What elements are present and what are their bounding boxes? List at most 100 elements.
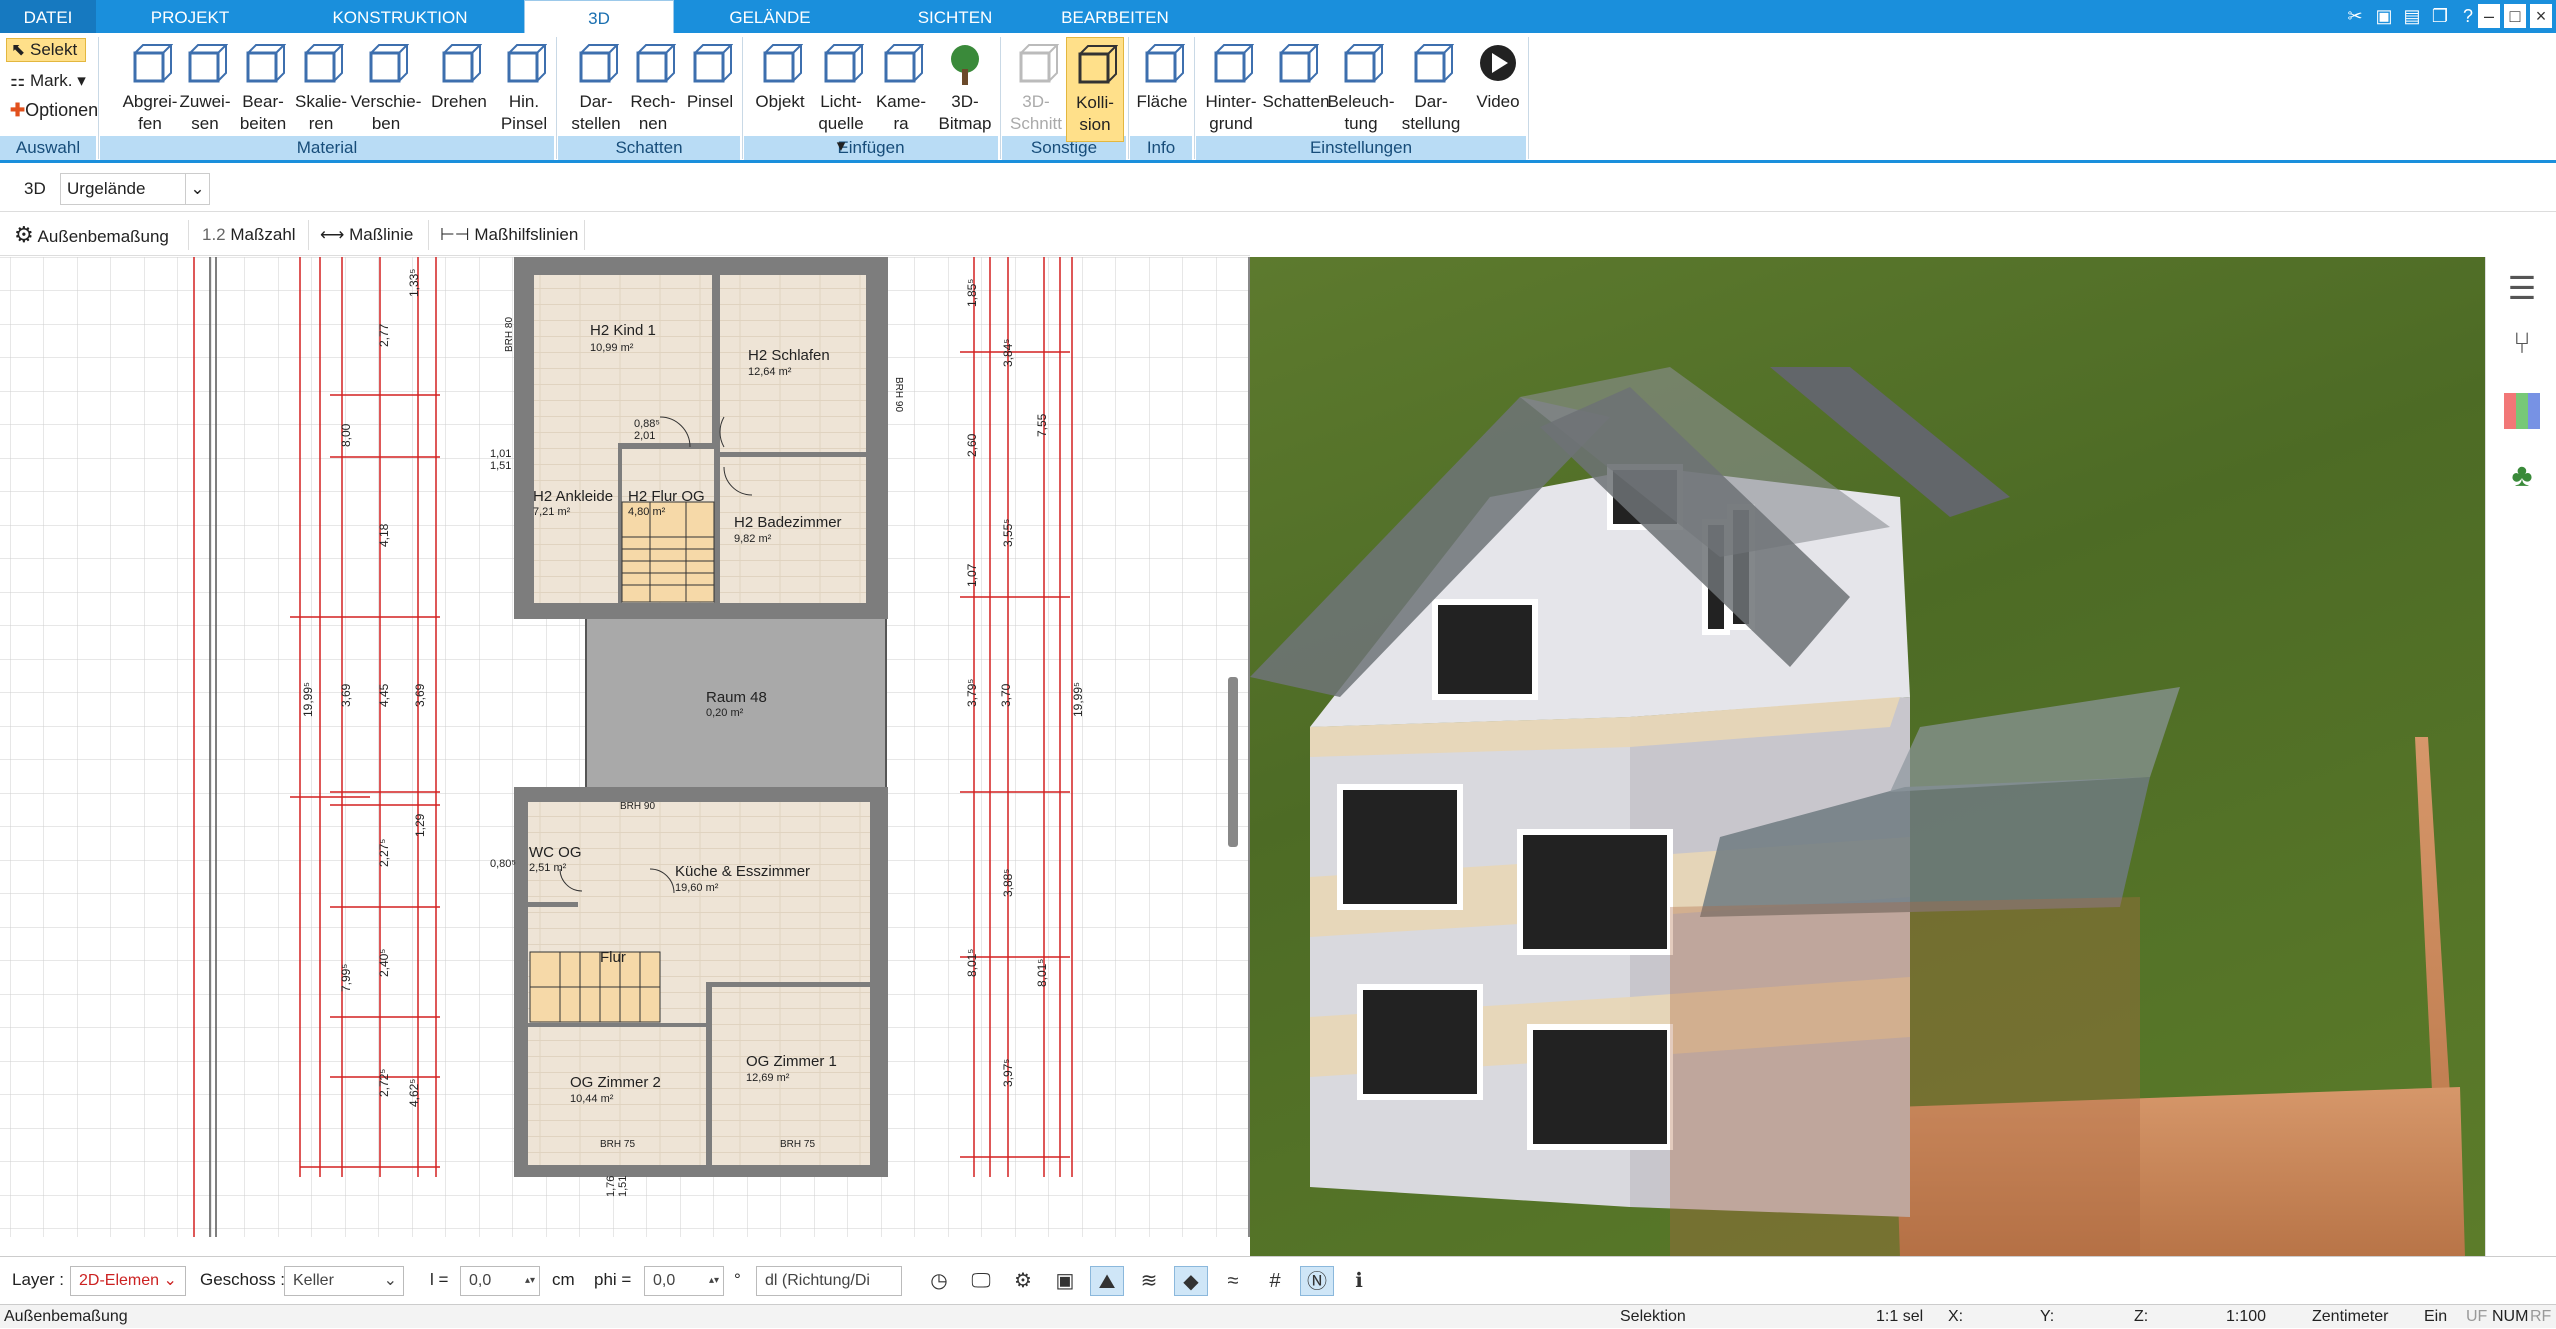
room-area: 7,21 m² bbox=[533, 506, 571, 518]
room-name: H2 Kind 1 bbox=[590, 322, 656, 339]
guide-lines-icon: ⊢⊣ bbox=[440, 225, 470, 244]
floor-plan-view[interactable]: 19,99⁵ 7,99⁵ 8,00 2,77 4,18 3,69 2,27⁵ 2… bbox=[0, 257, 1250, 1237]
opening-label: 0,80⁵ bbox=[490, 858, 516, 870]
einfuegen-button-1[interactable]: Licht-quelle ▾ bbox=[812, 37, 870, 155]
einfuegen-button-label: Kame- bbox=[875, 92, 927, 111]
tab-datei[interactable]: DATEI bbox=[0, 0, 96, 33]
einstellungen-button-0[interactable]: Hinter-grund bbox=[1200, 37, 1262, 142]
einstellungen-button-2[interactable]: Beleuch-tung bbox=[1326, 37, 1396, 142]
eyedropper-icon bbox=[127, 41, 174, 89]
schatten-button-1[interactable]: Rech-nen bbox=[625, 37, 681, 142]
3d-view[interactable] bbox=[1250, 257, 2485, 1256]
terrain-select[interactable]: Urgelände ⌄ bbox=[60, 173, 210, 205]
vertical-scrollbar-thumb[interactable] bbox=[1228, 677, 1238, 847]
layout-icon[interactable]: ▤ bbox=[2400, 4, 2424, 28]
mark-label: Mark. bbox=[29, 71, 73, 90]
help-icon[interactable]: ? bbox=[2456, 4, 2480, 28]
tab-3d[interactable]: 3D bbox=[524, 0, 674, 34]
status-z: Z: bbox=[2134, 1308, 2149, 1325]
materials-icon[interactable] bbox=[2504, 393, 2540, 429]
3d-house-render bbox=[1250, 367, 2465, 1256]
masslinie-button[interactable]: ⟷ Maßlinie bbox=[320, 220, 413, 250]
sonstige-button-1[interactable]: Kolli-sion bbox=[1066, 37, 1124, 142]
geschoss-label: Geschoss : bbox=[200, 1270, 286, 1289]
dim-label: 3,69 bbox=[339, 683, 353, 707]
einfuegen-button-3[interactable]: 3D- Bitmap bbox=[935, 37, 995, 142]
tab-konstruktion[interactable]: KONSTRUKTION bbox=[300, 0, 500, 33]
dim-label: 3,70 bbox=[999, 683, 1013, 707]
mark-button[interactable]: ⚏ Mark. ▾ bbox=[10, 69, 100, 93]
phi-input[interactable]: 0,0 ▴▾ bbox=[644, 1266, 724, 1296]
material-button-6[interactable]: Hin. Pinsel bbox=[495, 37, 553, 142]
opening-label: 1,76 bbox=[605, 1176, 617, 1197]
restore-icon[interactable]: ❐ bbox=[2428, 4, 2452, 28]
grid-icon[interactable]: # bbox=[1258, 1266, 1292, 1296]
masszahl-button[interactable]: 1.2 Maßzahl bbox=[202, 220, 296, 250]
dim-label: 7,99⁵ bbox=[339, 964, 353, 992]
camera-view-icon[interactable]: ⚙ bbox=[1006, 1266, 1040, 1296]
einstellungen-button-1[interactable]: Schatten bbox=[1262, 37, 1330, 142]
info-icon[interactable]: ℹ bbox=[1342, 1266, 1376, 1296]
layer-value: 2D-Elemen bbox=[79, 1272, 160, 1289]
tree-icon bbox=[942, 41, 988, 89]
tree-icon[interactable]: ♣ bbox=[2504, 457, 2540, 501]
material-button-1[interactable]: Zuwei-sen bbox=[176, 37, 234, 142]
schatten-button-2[interactable]: Pinsel bbox=[682, 37, 738, 142]
terrain-icon[interactable]: ⛰ bbox=[1090, 1266, 1124, 1296]
tab-bearbeiten[interactable]: BEARBEITEN bbox=[1040, 0, 1190, 33]
minimize-button[interactable]: – bbox=[2478, 4, 2500, 28]
material-button-5[interactable]: Drehen bbox=[430, 37, 488, 142]
masslinie-label: Maßlinie bbox=[349, 225, 414, 244]
l-input[interactable]: 0,0 ▴▾ bbox=[460, 1266, 540, 1296]
material-button-0[interactable]: Abgrei-fen bbox=[118, 37, 182, 142]
material-button-label: Verschie- bbox=[350, 92, 422, 111]
layers-icon[interactable]: ☰ bbox=[2504, 269, 2540, 309]
status-y: Y: bbox=[2040, 1308, 2055, 1325]
stairs-lower bbox=[529, 951, 661, 1023]
info-button-0[interactable]: Fläche bbox=[1132, 37, 1192, 142]
stepper-icon[interactable]: ▴▾ bbox=[525, 1267, 535, 1295]
material-button-2[interactable]: Bear-beiten bbox=[234, 37, 292, 142]
einstellungen-button-label: Hinter- bbox=[1205, 92, 1257, 111]
opening-label: 1,51 bbox=[490, 460, 511, 472]
masszahl-label: Maßzahl bbox=[230, 225, 296, 244]
dim-label: 3,97⁵ bbox=[1001, 1059, 1015, 1087]
einstellungen-button-4[interactable]: Video bbox=[1470, 37, 1526, 142]
close-button[interactable]: × bbox=[2530, 4, 2552, 28]
clock-icon[interactable]: ◷ bbox=[922, 1266, 956, 1296]
geschoss-select[interactable]: Keller ⌄ bbox=[284, 1266, 404, 1296]
einstellungen-button-label: Beleuch- bbox=[1327, 92, 1395, 111]
sonstige-button-0[interactable]: 3D- Schnitt bbox=[1006, 37, 1066, 142]
status-scale: 1:100 bbox=[2226, 1308, 2267, 1325]
einstellungen-button-3[interactable]: Dar-stellung bbox=[1398, 37, 1464, 142]
material-button-label: fen bbox=[138, 114, 162, 133]
schatten-button-0[interactable]: Dar-stellen bbox=[568, 37, 624, 142]
material-button-4[interactable]: Verschie-ben bbox=[350, 37, 422, 142]
maximize-button[interactable]: □ bbox=[2504, 4, 2526, 28]
tab-gelaende[interactable]: GELÄNDE bbox=[690, 0, 850, 33]
optionen-button[interactable]: ✚Optionen bbox=[10, 97, 110, 123]
north-icon[interactable]: Ⓝ bbox=[1300, 1266, 1334, 1296]
stepper-icon[interactable]: ▴▾ bbox=[709, 1267, 719, 1295]
wave-icon[interactable]: ≈ bbox=[1216, 1266, 1250, 1296]
masshilfslinien-button[interactable]: ⊢⊣ Maßhilfslinien bbox=[440, 220, 578, 250]
tab-sichten[interactable]: SICHTEN bbox=[880, 0, 1030, 33]
phi-value: 0,0 bbox=[653, 1272, 676, 1289]
aussenbemassung-button[interactable]: ⚙ Außenbemaßung bbox=[14, 220, 169, 250]
selekt-button[interactable]: ⬉ Selekt bbox=[6, 38, 86, 62]
layer-select[interactable]: 2D-Elemen ⌄ bbox=[70, 1266, 186, 1296]
monitor-icon[interactable]: 🖵 bbox=[964, 1266, 998, 1296]
tools-icon[interactable]: ✂ bbox=[2343, 4, 2367, 28]
dl-select[interactable]: dl (Richtung/Di bbox=[756, 1266, 902, 1296]
einfuegen-button-0[interactable]: Objekt bbox=[752, 37, 808, 142]
tab-projekt[interactable]: PROJEKT bbox=[110, 0, 270, 33]
chair-icon[interactable]: ⑂ bbox=[2504, 327, 2540, 367]
window-icon[interactable]: ▣ bbox=[2372, 4, 2396, 28]
room-ankleide[interactable] bbox=[534, 407, 618, 603]
floor-icon[interactable]: ◆ bbox=[1174, 1266, 1208, 1296]
einfuegen-button-2[interactable]: Kame-ra bbox=[872, 37, 930, 142]
layer-stack-icon[interactable]: ▣ bbox=[1048, 1266, 1082, 1296]
material-button-3[interactable]: Skalie-ren bbox=[292, 37, 350, 142]
hatch-icon[interactable]: ≋ bbox=[1132, 1266, 1166, 1296]
room-area: 12,64 m² bbox=[748, 366, 792, 378]
